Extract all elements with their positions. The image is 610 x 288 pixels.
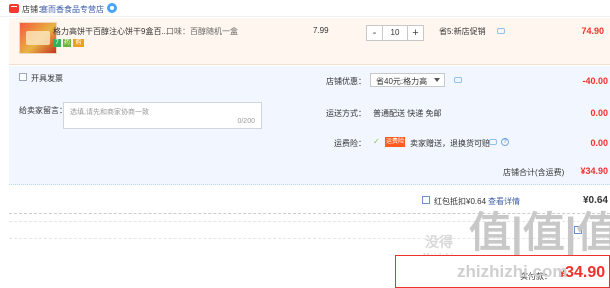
item-subtotal: 74.90 [581, 26, 604, 36]
help-icon[interactable]: ? [501, 138, 509, 146]
service-badge-card: 购 [73, 39, 84, 47]
service-badge: 药 [63, 39, 71, 47]
promotion-note: 省5:新店促销 [439, 27, 486, 36]
red-packet-checkbox[interactable] [422, 196, 430, 204]
insurance-amount: 0.00 [590, 138, 608, 148]
chevron-down-icon [434, 78, 440, 82]
shipping-method: 普通配送 快递 免邮 [373, 109, 442, 118]
quantity-decrease-button[interactable]: - [367, 26, 383, 40]
order-options-panel: 开具发票 给卖家留言： 选填,请先和商家协商一致 0/200 店铺优惠： 省40… [9, 66, 610, 185]
invoice-label: 开具发票 [31, 74, 63, 83]
shop-discount-amount: -40.00 [582, 76, 608, 86]
shop-discount-select[interactable]: 省40元:格力高 [370, 73, 445, 87]
insurance-label: 运费险： [334, 139, 366, 148]
insurance-chat-icon[interactable] [489, 139, 497, 145]
service-badge-7day: 7 [53, 39, 61, 47]
message-placeholder: 选填,请先和商家协商一致 [70, 109, 149, 116]
insurance-badge: 运费险 [385, 137, 405, 147]
quantity-stepper: - 10 + [366, 25, 424, 41]
seller-message-input[interactable]: 选填,请先和商家协商一致 0/200 [63, 102, 262, 129]
contact-seller-icon[interactable] [107, 3, 117, 13]
message-char-count: 0/200 [237, 118, 255, 125]
discount-info-icon[interactable] [454, 77, 462, 83]
shipping-label: 运送方式： [326, 109, 366, 118]
insurance-text: 卖家赠送，退换货可赔 [410, 139, 490, 148]
store-total-value: ¥34.90 [580, 166, 608, 176]
product-sku: 口味：百醇随机一盒 [166, 27, 238, 36]
store-total-label: 店铺合计(含运费) [503, 168, 565, 177]
watermark-logo: 值|值|值 [469, 209, 610, 256]
shop-header: 店铺： 塞而香食品专营店 [0, 0, 610, 17]
message-label: 给卖家留言： [19, 106, 67, 115]
shop-discount-value: 省40元:格力高 [376, 77, 428, 86]
watermark-site: zhizhizhi.com [457, 262, 568, 281]
watermark-cn: 没得 [425, 234, 453, 250]
product-thumbnail[interactable] [19, 22, 57, 54]
insurance-check-icon: ✓ [373, 137, 380, 146]
shipping-amount: 0.00 [590, 108, 608, 118]
quantity-input[interactable]: 10 [383, 26, 407, 40]
quantity-increase-button[interactable]: + [407, 26, 423, 40]
payment-amount-value: 34.90 [565, 264, 606, 281]
invoice-checkbox[interactable] [19, 73, 27, 81]
promo-info-icon[interactable] [497, 28, 505, 34]
unit-price: 7.99 [313, 26, 329, 35]
shop-discount-label: 店铺优惠： [326, 77, 366, 86]
product-title-link[interactable]: 格力高饼干百醇注心饼干9盒百... [53, 26, 168, 37]
shop-name-link[interactable]: 塞而香食品专营店 [40, 4, 104, 15]
shop-icon [9, 4, 19, 13]
order-item-row: 格力高饼干百醇注心饼干9盒百... 口味：百醇随机一盒 7 药 购 7.99 -… [9, 18, 610, 65]
